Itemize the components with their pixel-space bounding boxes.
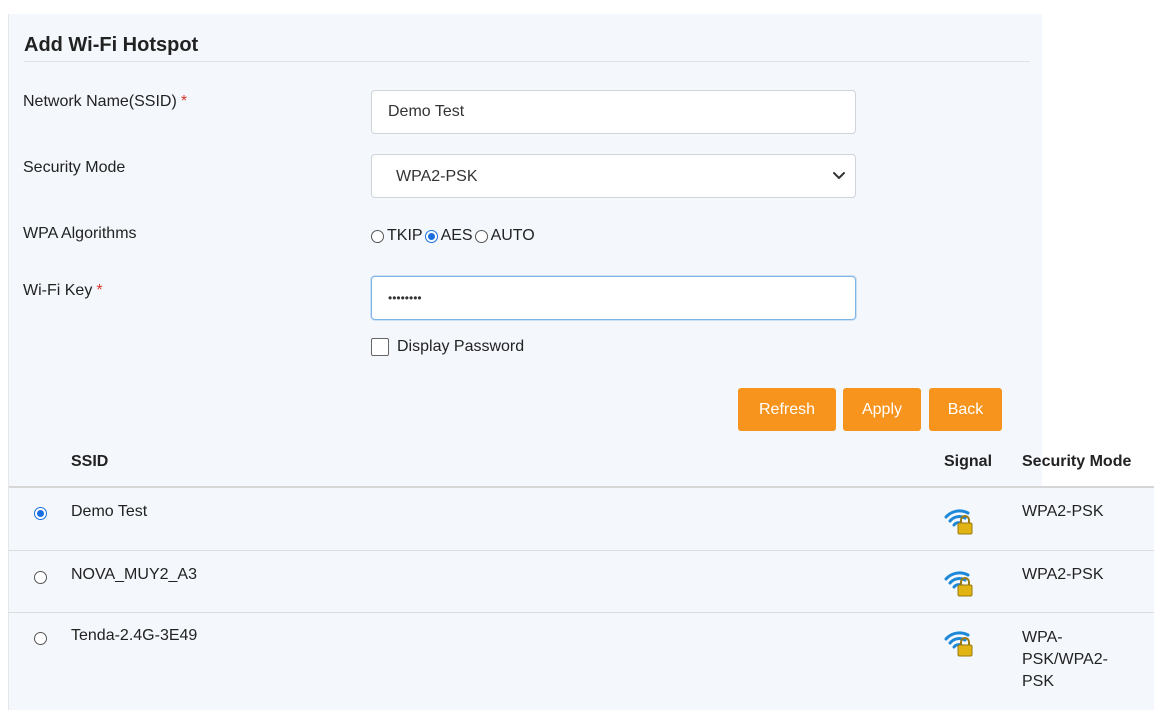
signal-column-header: Signal bbox=[944, 453, 993, 470]
row-select-radio[interactable] bbox=[34, 507, 47, 520]
chevron-down-icon bbox=[833, 172, 845, 179]
algorithm-option-tkip[interactable]: TKIP bbox=[371, 227, 425, 245]
row-ssid: Tenda-2.4G-3E49 bbox=[71, 627, 198, 644]
security-mode-select[interactable]: WPA2-PSK bbox=[371, 154, 856, 198]
row-divider bbox=[9, 612, 1154, 613]
title-divider bbox=[24, 61, 1030, 62]
algorithm-option-auto[interactable]: AUTO bbox=[474, 227, 537, 245]
security-line: WPA- bbox=[1022, 629, 1063, 646]
page-title: Add Wi-Fi Hotspot bbox=[24, 34, 199, 56]
required-mark: * bbox=[96, 282, 103, 299]
ssid-input[interactable] bbox=[371, 90, 856, 134]
algorithm-tkip-label: TKIP bbox=[387, 227, 423, 244]
radio-tkip[interactable] bbox=[371, 229, 384, 243]
table-row-bg bbox=[9, 488, 1154, 550]
apply-button[interactable]: Apply bbox=[843, 388, 921, 431]
wifi-lock-icon bbox=[944, 571, 973, 597]
row-security-mode: WPA- PSK/WPA2- PSK bbox=[1022, 627, 1108, 693]
display-password-option[interactable]: Display Password bbox=[371, 338, 524, 356]
display-password-checkbox[interactable] bbox=[371, 338, 389, 356]
wpa-algorithms-label: WPA Algorithms bbox=[23, 225, 137, 242]
back-button[interactable]: Back bbox=[929, 388, 1002, 431]
wpa-algorithms-group: TKIP AES AUTO bbox=[371, 226, 537, 246]
security-mode-value: WPA2-PSK bbox=[396, 168, 478, 185]
row-ssid: Demo Test bbox=[71, 503, 148, 520]
security-line: PSK bbox=[1022, 673, 1055, 690]
wifi-lock-icon bbox=[944, 509, 973, 535]
algorithm-aes-label: AES bbox=[440, 227, 473, 244]
wifi-key-label-text: Wi-Fi Key bbox=[23, 282, 93, 299]
row-select-radio[interactable] bbox=[34, 632, 47, 645]
security-column-header: Security Mode bbox=[1022, 453, 1132, 470]
required-mark: * bbox=[180, 93, 188, 110]
security-line: PSK/WPA2- bbox=[1022, 651, 1108, 668]
wifi-key-input[interactable]: •••••••• bbox=[371, 276, 856, 320]
display-password-label: Display Password bbox=[397, 338, 525, 355]
refresh-button[interactable]: Refresh bbox=[738, 388, 836, 431]
wifi-lock-icon bbox=[944, 631, 973, 657]
algorithm-auto-label: AUTO bbox=[490, 227, 535, 244]
row-security-mode: WPA2-PSK bbox=[1022, 503, 1104, 520]
algorithm-option-aes[interactable]: AES bbox=[424, 227, 475, 245]
row-ssid: NOVA_MUY2_A3 bbox=[71, 566, 197, 583]
security-mode-label: Security Mode bbox=[23, 159, 126, 176]
ssid-label: Network Name(SSID) * bbox=[23, 93, 187, 111]
radio-auto[interactable] bbox=[474, 229, 488, 243]
ssid-label-text: Network Name(SSID) bbox=[23, 93, 177, 110]
radio-aes[interactable] bbox=[424, 229, 438, 243]
row-select-radio[interactable] bbox=[34, 571, 47, 584]
row-security-mode: WPA2-PSK bbox=[1022, 566, 1104, 583]
row-divider bbox=[9, 550, 1154, 551]
wifi-key-label: Wi-Fi Key * bbox=[23, 282, 103, 300]
ssid-column-header: SSID bbox=[71, 453, 109, 470]
